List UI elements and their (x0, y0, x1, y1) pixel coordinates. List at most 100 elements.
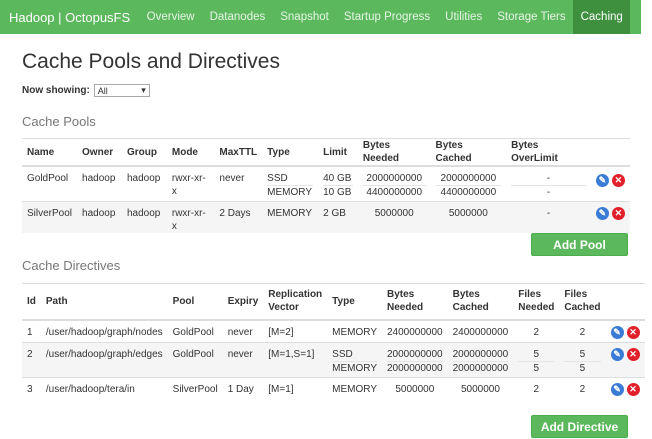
pool-mode: rwxr-xr-x (166, 200, 215, 233)
now-showing-select[interactable]: All ▾ (93, 84, 150, 97)
pool-limit: 10 GB (323, 187, 352, 198)
add-directive-button[interactable]: Add Directive (531, 415, 628, 438)
delete-x-icon[interactable]: ✕ (626, 348, 640, 361)
pool-bytes-needed: 4400000000 (366, 187, 423, 198)
delete-x-icon[interactable]: ✕ (626, 325, 640, 339)
pool-bytes-cached: 4400000000 (440, 187, 497, 198)
top-navbar: Hadoop | OctopusFS Overview Datanodes Sn… (0, 0, 641, 34)
edit-pencil-icon[interactable]: ✎ (595, 206, 609, 220)
directives-header-expiry[interactable]: Expiry (222, 283, 264, 321)
pool-limit: 40 GB (323, 173, 353, 186)
directives-header-replication-vector[interactable]: Replication Vector (263, 283, 328, 321)
pool-bytes-needed: 2000000000 (362, 172, 426, 186)
nav-overview[interactable]: Overview (139, 0, 202, 34)
directives-header-path[interactable]: Path (40, 283, 168, 321)
directive-path: /user/hadoop/tera/in (40, 377, 168, 401)
pools-header-limit[interactable]: Limit (318, 138, 358, 167)
table-row: 3 /user/hadoop/tera/in SilverPool 1 Day … (22, 377, 645, 401)
directive-bytes-needed: 2000000000 (387, 349, 443, 362)
now-showing-value: All (97, 85, 108, 96)
dropdown-arrow-icon: ▾ (141, 85, 146, 95)
cache-pools-table: Name Owner Group Mode MaxTTL Type Limit … (22, 138, 630, 233)
delete-x-icon[interactable]: ✕ (611, 206, 625, 220)
pool-owner: hadoop (77, 200, 122, 233)
delete-x-icon[interactable]: ✕ (626, 383, 640, 396)
pool-bytes-cached: 2000000000 (435, 172, 502, 186)
brand-title[interactable]: Hadoop | OctopusFS (0, 0, 139, 34)
now-showing-filter: Now showing: All ▾ (22, 84, 150, 97)
nav-snapshot[interactable]: Snapshot (273, 0, 337, 34)
directives-header-files-needed[interactable]: Files Needed (513, 283, 560, 321)
edit-pencil-icon[interactable]: ✎ (610, 325, 624, 339)
directives-header-files-cached[interactable]: Files Cached (559, 283, 606, 321)
directive-files-needed: 5 (518, 348, 555, 362)
directive-bytes-needed: 5000000 (382, 377, 448, 401)
pools-header-bytes-needed[interactable]: Bytes Needed (357, 138, 431, 167)
directive-pool: GoldPool (167, 342, 223, 378)
nav-datanodes[interactable]: Datanodes (202, 0, 273, 34)
cache-directives-title: Cache Directives (22, 258, 121, 273)
directive-type: SSD (332, 348, 377, 362)
directive-bytes-cached: 5000000 (447, 377, 514, 401)
pool-bytes-overlimit: - (546, 187, 551, 198)
directive-path: /user/hadoop/graph/edges (40, 342, 168, 378)
directives-header-type[interactable]: Type (327, 283, 382, 321)
pool-name: SilverPool (22, 200, 78, 233)
pools-header-owner[interactable]: Owner (77, 138, 122, 167)
nav-storage-tiers[interactable]: Storage Tiers (490, 0, 573, 34)
edit-pencil-icon[interactable]: ✎ (610, 383, 624, 396)
directive-files-cached: 2 (559, 377, 606, 401)
directive-id: 3 (22, 377, 41, 401)
table-row: SilverPool hadoop hadoop rwxr-xr-x 2 Day… (22, 200, 630, 233)
directives-header-pool[interactable]: Pool (167, 283, 223, 321)
pools-header-name[interactable]: Name (22, 138, 78, 167)
directive-type: MEMORY (327, 319, 382, 343)
directive-expiry: 1 Day (222, 377, 264, 401)
pools-header-group[interactable]: Group (121, 138, 167, 167)
pool-name: GoldPool (22, 165, 78, 201)
pool-limit: 2 GB (318, 200, 358, 233)
add-pool-button[interactable]: Add Pool (531, 233, 628, 256)
nav-caching[interactable]: Caching (573, 0, 631, 34)
edit-pencil-icon[interactable]: ✎ (595, 174, 609, 187)
edit-pencil-icon[interactable]: ✎ (610, 348, 624, 361)
pool-maxttl: never (214, 165, 263, 201)
directive-files-cached: 5 (579, 363, 586, 374)
cache-directives-table: Id Path Pool Expiry Replication Vector T… (22, 283, 645, 401)
directive-bytes-cached: 2400000000 (447, 319, 514, 343)
pool-group: hadoop (121, 165, 167, 201)
directives-header-bytes-cached[interactable]: Bytes Cached (447, 283, 514, 321)
directive-replication-vector: [M=1] (263, 377, 328, 401)
pool-type: SSD (267, 172, 314, 186)
pools-header-type[interactable]: Type (262, 138, 319, 167)
directive-files-needed: 5 (533, 363, 540, 374)
directives-header-id[interactable]: Id (22, 283, 41, 321)
pools-header-bytes-cached[interactable]: Bytes Cached (430, 138, 507, 167)
pool-bytes-needed: 5000000 (357, 200, 431, 233)
table-row: GoldPool hadoop hadoop rwxr-xr-x never S… (22, 165, 630, 201)
pool-bytes-overlimit: - (506, 200, 591, 233)
directives-header-bytes-needed[interactable]: Bytes Needed (382, 283, 448, 321)
pools-header-mode[interactable]: Mode (166, 138, 215, 167)
directive-expiry: never (222, 342, 264, 378)
pools-header-actions (590, 138, 630, 167)
directive-replication-vector: [M=2] (263, 319, 328, 343)
pool-bytes-overlimit: - (511, 172, 586, 186)
page-title: Cache Pools and Directives (22, 50, 280, 73)
directive-bytes-cached: 2000000000 (452, 349, 509, 362)
nav-startup-progress[interactable]: Startup Progress (336, 0, 437, 34)
directive-files-cached: 2 (559, 319, 606, 343)
table-row: 1 /user/hadoop/graph/nodes GoldPool neve… (22, 319, 645, 343)
cache-pools-title: Cache Pools (22, 114, 96, 129)
nav-utilities[interactable]: Utilities (438, 0, 490, 34)
directive-files-cached: 5 (564, 348, 601, 362)
pool-group: hadoop (121, 200, 167, 233)
directive-type: MEMORY (327, 377, 382, 401)
directives-header-actions (605, 283, 645, 321)
pool-bytes-cached: 5000000 (430, 200, 507, 233)
delete-x-icon[interactable]: ✕ (611, 174, 625, 187)
pools-header-maxttl[interactable]: MaxTTL (214, 138, 263, 167)
directive-id: 1 (22, 319, 41, 343)
pools-header-bytes-overlimit[interactable]: Bytes OverLimit (506, 138, 591, 167)
pool-maxttl: 2 Days (214, 200, 263, 233)
